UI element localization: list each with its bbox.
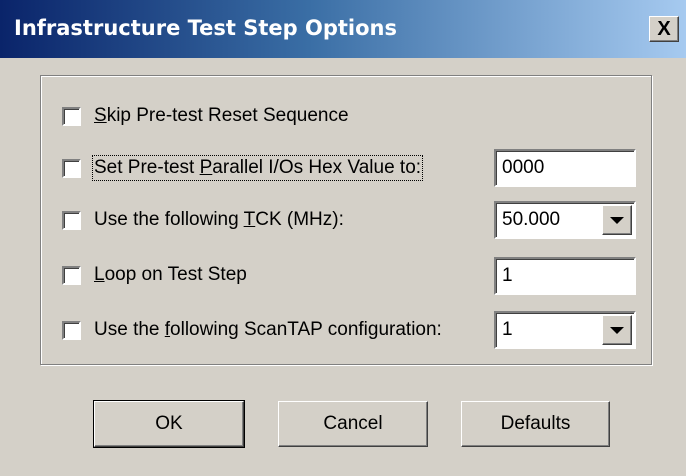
chevron-down-icon xyxy=(610,326,624,334)
cancel-button[interactable]: Cancel xyxy=(278,401,428,447)
title-bar: Infrastructure Test Step Options X xyxy=(0,0,686,58)
close-icon: X xyxy=(657,18,671,40)
close-button[interactable]: X xyxy=(649,16,679,42)
tck-checkbox[interactable] xyxy=(62,210,81,230)
option-parallel-io[interactable]: Set Pre-test Parallel I/Os Hex Value to: xyxy=(62,151,424,185)
loop-checkbox[interactable] xyxy=(62,265,81,285)
scantap-select[interactable]: 1 xyxy=(494,311,636,349)
loop-label: Loop on Test Step xyxy=(94,264,247,285)
option-scantap[interactable]: Use the following ScanTAP configuration: xyxy=(62,313,442,347)
defaults-button-label: Defaults xyxy=(500,413,571,434)
option-loop[interactable]: Loop on Test Step xyxy=(62,258,247,292)
option-tck[interactable]: Use the following TCK (MHz): xyxy=(62,203,344,237)
cancel-button-label: Cancel xyxy=(323,413,383,434)
window-title: Infrastructure Test Step Options xyxy=(14,16,397,40)
parallel-io-label: Set Pre-test Parallel I/Os Hex Value to: xyxy=(91,155,424,181)
option-skip-reset[interactable]: Skip Pre-test Reset Sequence xyxy=(62,99,349,133)
skip-reset-label: Skip Pre-test Reset Sequence xyxy=(94,105,349,126)
ok-button[interactable]: OK xyxy=(93,400,245,448)
chevron-down-icon xyxy=(610,216,624,224)
loop-count-input[interactable] xyxy=(494,257,636,295)
tck-label: Use the following TCK (MHz): xyxy=(94,209,344,230)
scantap-label: Use the following ScanTAP configuration: xyxy=(94,319,442,340)
ok-button-label: OK xyxy=(155,413,183,434)
tck-value: 50.000 xyxy=(502,209,561,230)
scantap-checkbox[interactable] xyxy=(62,320,81,340)
skip-reset-checkbox[interactable] xyxy=(62,106,81,126)
scantap-dropdown-button[interactable] xyxy=(602,315,632,345)
scantap-value: 1 xyxy=(502,319,513,340)
parallel-io-checkbox[interactable] xyxy=(62,158,81,178)
tck-select[interactable]: 50.000 xyxy=(494,201,636,239)
defaults-button[interactable]: Defaults xyxy=(461,401,610,447)
parallel-io-hex-input[interactable] xyxy=(494,149,636,187)
tck-dropdown-button[interactable] xyxy=(602,205,632,235)
